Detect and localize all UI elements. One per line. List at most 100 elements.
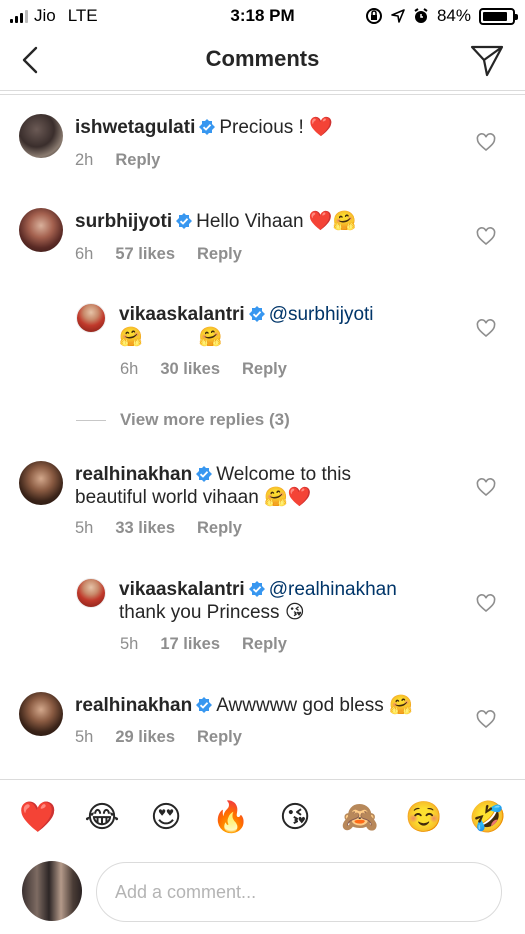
comment-body: Awwwww god bless bbox=[216, 695, 384, 716]
share-button[interactable] bbox=[469, 42, 505, 78]
header-divider bbox=[0, 90, 525, 91]
location-icon bbox=[391, 9, 405, 23]
rotation-lock-icon bbox=[365, 8, 382, 24]
comment-item: realhinakhan Awwwww god bless 🤗 5h 29 lik… bbox=[0, 690, 525, 760]
status-right: 84% bbox=[365, 6, 518, 26]
comment-text: realhinakhan Awwwww god bless 🤗 bbox=[75, 694, 465, 717]
reply-button[interactable]: Reply bbox=[197, 728, 242, 747]
reply-button[interactable]: Reply bbox=[242, 360, 287, 379]
comment-item: ishwetagulati Precious ! ❤️ 2h Reply bbox=[0, 112, 525, 182]
verified-badge-icon bbox=[196, 697, 213, 713]
composer-divider bbox=[0, 779, 525, 780]
likes-count[interactable]: 29 likes bbox=[115, 728, 175, 747]
reply-button[interactable]: Reply bbox=[242, 635, 287, 654]
avatar[interactable] bbox=[19, 461, 63, 505]
comment-emoji: 🤗❤️ bbox=[264, 487, 312, 508]
comment-item: realhinakhan Welcome to this beautiful wor… bbox=[0, 459, 525, 549]
likes-count[interactable]: 30 likes bbox=[160, 360, 220, 379]
comment-body: Precious ! bbox=[219, 117, 304, 138]
quick-emoji-rofl[interactable]: 🤣 bbox=[468, 798, 508, 838]
comment-meta: 5h 33 likes Reply bbox=[75, 519, 242, 538]
comment-meta: 2h Reply bbox=[75, 151, 160, 170]
quick-emoji-laughing[interactable]: 😂 bbox=[82, 798, 122, 838]
comment-username[interactable]: surbhijyoti bbox=[75, 211, 172, 232]
quick-emoji-blush[interactable]: ☺️ bbox=[404, 798, 444, 838]
likes-count[interactable]: 17 likes bbox=[160, 635, 220, 654]
view-more-line bbox=[76, 419, 106, 421]
view-more-replies-button[interactable]: View more replies (3) bbox=[76, 410, 290, 430]
comment-emoji: ❤️ bbox=[309, 117, 333, 138]
like-heart-icon[interactable] bbox=[476, 133, 496, 153]
comment-username[interactable]: ishwetagulati bbox=[75, 117, 195, 138]
comment-body: thank you Princess bbox=[119, 602, 280, 623]
comment-body: Hello Vihaan bbox=[196, 211, 304, 232]
add-comment-input[interactable] bbox=[96, 862, 502, 922]
comment-emoji: 😘 bbox=[284, 602, 305, 623]
comment-time: 6h bbox=[75, 245, 94, 263]
avatar[interactable] bbox=[19, 114, 63, 158]
comment-username[interactable]: realhinakhan bbox=[75, 695, 192, 716]
verified-badge-icon bbox=[176, 213, 193, 229]
like-heart-icon[interactable] bbox=[476, 478, 496, 498]
paper-plane-icon bbox=[470, 45, 504, 77]
likes-count[interactable]: 33 likes bbox=[115, 519, 175, 538]
quick-emoji-bar: ❤️ 😂 😍 🔥 😘 🙈 ☺️ 🤣 bbox=[0, 798, 525, 840]
verified-badge-icon bbox=[248, 306, 265, 322]
verified-badge-icon bbox=[199, 119, 216, 135]
mention-link[interactable]: @surbhijyoti bbox=[269, 304, 374, 325]
comment-text: realhinakhan Welcome to this beautiful wor… bbox=[75, 463, 465, 509]
comment-username[interactable]: vikaaskalantri bbox=[119, 304, 245, 325]
comment-time: 2h bbox=[75, 151, 94, 169]
quick-emoji-heart[interactable]: ❤️ bbox=[18, 798, 58, 838]
comment-username[interactable]: vikaaskalantri bbox=[119, 579, 245, 600]
status-bar: Jio LTE 3:18 PM 84% bbox=[0, 0, 525, 32]
comment-meta: 5h 17 likes Reply bbox=[120, 635, 287, 654]
reply-button[interactable]: Reply bbox=[197, 519, 242, 538]
verified-badge-icon bbox=[248, 581, 265, 597]
view-more-label: View more replies (3) bbox=[120, 410, 290, 429]
avatar[interactable] bbox=[76, 303, 106, 333]
comment-item: surbhijyoti Hello Vihaan ❤️🤗 6h 57 likes … bbox=[0, 206, 525, 276]
mention-link[interactable]: @realhinakhan bbox=[269, 579, 397, 600]
comment-text: vikaaskalantri @realhinakhan thank you Pri… bbox=[119, 578, 439, 624]
comment-meta: 6h 30 likes Reply bbox=[120, 360, 287, 379]
avatar[interactable] bbox=[19, 692, 63, 736]
comment-emoji: 🤗 bbox=[389, 695, 413, 716]
comment-meta: 5h 29 likes Reply bbox=[75, 728, 242, 747]
comment-time: 6h bbox=[120, 360, 139, 378]
battery-fill bbox=[483, 11, 507, 21]
alarm-icon bbox=[414, 8, 428, 23]
page-title: Comments bbox=[205, 46, 320, 71]
comment-emoji: ❤️🤗 bbox=[308, 211, 357, 232]
comment-body: Welcome to this bbox=[216, 464, 352, 485]
header: Comments bbox=[0, 32, 525, 90]
reply-button[interactable]: Reply bbox=[115, 151, 160, 170]
comment-time: 5h bbox=[120, 635, 139, 653]
comment-username[interactable]: realhinakhan bbox=[75, 464, 192, 485]
reply-item: vikaaskalantri @realhinakhan thank you Pri… bbox=[0, 575, 525, 665]
quick-emoji-fire[interactable]: 🔥 bbox=[211, 798, 251, 838]
comment-text: surbhijyoti Hello Vihaan ❤️🤗 bbox=[75, 210, 465, 233]
reply-item: vikaaskalantri @surbhijyoti 🤗🤗 6h 30 like… bbox=[0, 300, 525, 390]
like-heart-icon[interactable] bbox=[476, 319, 496, 339]
like-heart-icon[interactable] bbox=[476, 594, 496, 614]
battery-icon bbox=[479, 7, 518, 25]
comment-text: vikaaskalantri @surbhijyoti 🤗🤗 bbox=[119, 303, 439, 349]
avatar[interactable] bbox=[19, 208, 63, 252]
current-user-avatar bbox=[22, 861, 82, 921]
comment-emoji: 🤗🤗 bbox=[119, 327, 279, 348]
comment-text: ishwetagulati Precious ! ❤️ bbox=[75, 116, 465, 139]
quick-emoji-see-no-evil[interactable]: 🙈 bbox=[340, 798, 380, 838]
comment-meta: 6h 57 likes Reply bbox=[75, 245, 242, 264]
avatar[interactable] bbox=[76, 578, 106, 608]
verified-badge-icon bbox=[196, 466, 213, 482]
like-heart-icon[interactable] bbox=[476, 227, 496, 247]
quick-emoji-heart-eyes[interactable]: 😍 bbox=[146, 798, 186, 838]
comment-time: 5h bbox=[75, 519, 94, 537]
quick-emoji-kiss[interactable]: 😘 bbox=[275, 798, 315, 838]
header-divider-secondary bbox=[0, 94, 525, 95]
like-heart-icon[interactable] bbox=[476, 710, 496, 730]
reply-button[interactable]: Reply bbox=[197, 245, 242, 264]
comment-body-line2: beautiful world vihaan bbox=[75, 487, 259, 508]
likes-count[interactable]: 57 likes bbox=[115, 245, 175, 264]
